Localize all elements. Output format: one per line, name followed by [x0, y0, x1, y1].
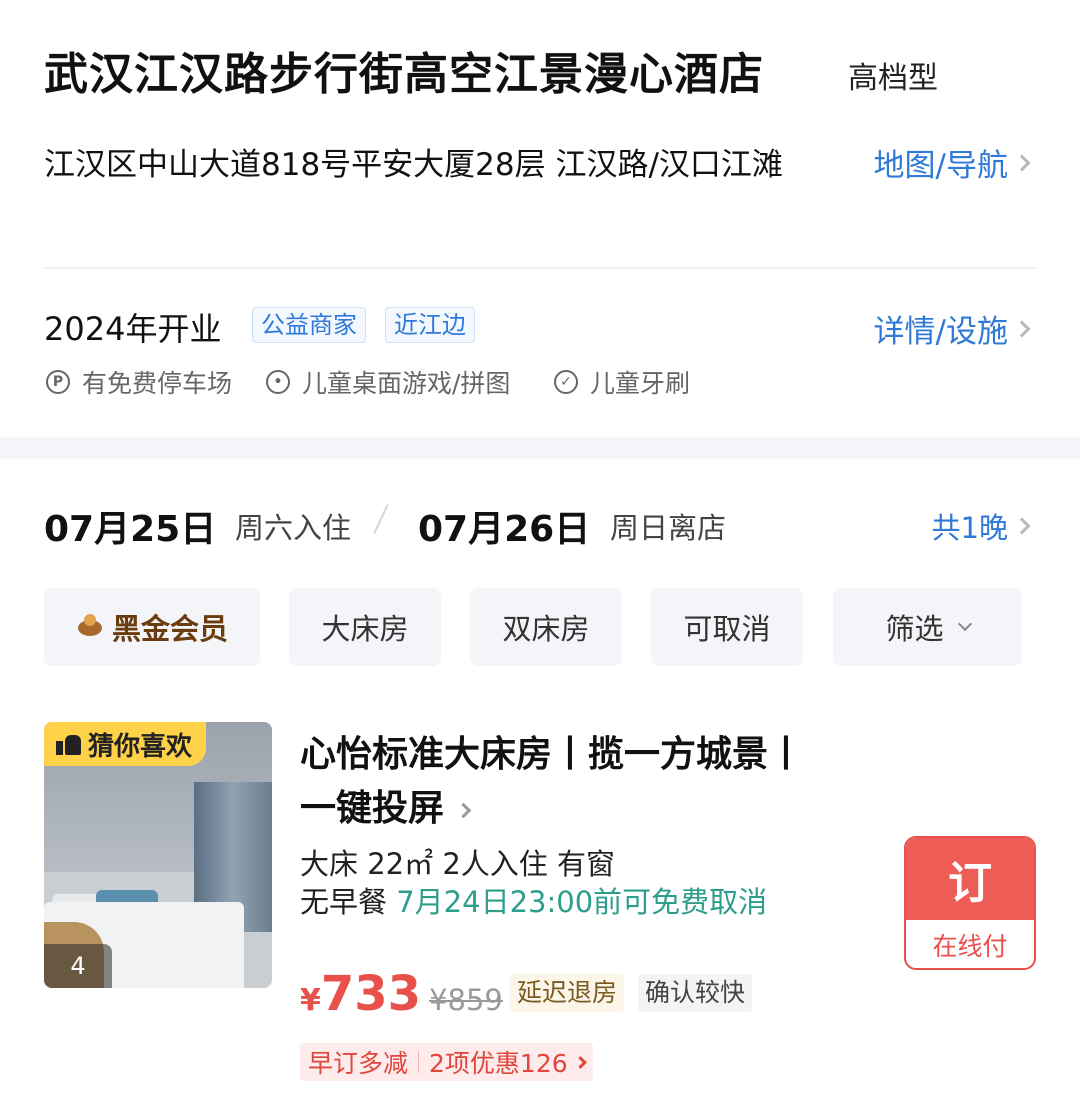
amenity-parking: P 有免费停车场 [46, 364, 232, 400]
promo-early-booking: 早订多减 [308, 1049, 409, 1078]
section-divider-band [0, 437, 1080, 459]
hotel-grade: 高档型 [848, 61, 938, 96]
checkout-date[interactable]: 07月26日 [418, 500, 590, 552]
promo-banner[interactable]: 早订多减 2项优惠126 [300, 1043, 593, 1081]
divider [44, 267, 1036, 269]
filter-label: 双床房 [502, 612, 590, 646]
filter-more-dropdown[interactable]: 筛选 [833, 588, 1022, 666]
map-link-label: 地图/导航 [873, 148, 1008, 184]
date-separator [373, 504, 389, 534]
original-price: ¥859 [429, 983, 503, 1017]
checkin-label: 周六入住 [235, 511, 352, 545]
chevron-right-icon [1013, 320, 1031, 337]
filter-label: 可取消 [683, 612, 771, 646]
hotel-address: 江汉区中山大道818号平安大厦28层 江汉路/汉口江滩 [44, 147, 783, 183]
thumbs-up-icon [56, 733, 82, 755]
breakfast-info: 无早餐 [300, 885, 388, 919]
details-link-label: 详情/设施 [873, 314, 1008, 350]
room-policy: 无早餐 7月24日23:00前可免费取消 [300, 884, 790, 920]
map-navigation-link[interactable]: 地图/导航 [873, 140, 1031, 185]
checkin-date[interactable]: 07月25日 [44, 500, 216, 552]
room-name: 心怡标准大床房丨揽一方城景丨一键投屏 [300, 734, 805, 829]
palette-icon: • [266, 370, 290, 394]
amenity-label: 儿童桌面游戏/拼图 [302, 369, 511, 398]
details-facilities-link[interactable]: 详情/设施 [873, 306, 1031, 351]
amenity-label: 有免费停车场 [82, 369, 233, 398]
chevron-right-icon [1013, 517, 1031, 535]
nights-link[interactable]: 共1晚 [931, 505, 1031, 547]
currency-symbol: ¥ [300, 983, 321, 1018]
book-label: 订 [906, 838, 1034, 920]
filter-label: 筛选 [885, 612, 944, 646]
tag-fast-confirm: 确认较快 [638, 974, 753, 1012]
book-button[interactable]: 订 在线付 [904, 836, 1036, 970]
check-circle-icon: ✓ [554, 370, 578, 394]
filter-label: 黑金会员 [111, 612, 228, 646]
cancel-policy: 7月24日23:00前可免费取消 [396, 885, 768, 919]
photo-count: 4 [44, 944, 112, 988]
pay-online-label: 在线付 [932, 932, 1008, 961]
chevron-right-icon [455, 802, 472, 818]
amenity-label: 儿童牙刷 [590, 369, 691, 398]
parking-icon: P [46, 370, 70, 394]
price-row: ¥ 733 ¥859 [300, 966, 513, 1022]
amenity-kids-games: • 儿童桌面游戏/拼图 [266, 364, 510, 400]
promo-separator [418, 1051, 420, 1073]
recommended-badge: 猜你喜欢 [44, 722, 207, 766]
room-photo[interactable]: 猜你喜欢 4 [44, 722, 272, 988]
tag-late-checkout: 延迟退房 [510, 974, 625, 1012]
filter-cancellable[interactable]: 可取消 [651, 588, 803, 666]
tag-charity-merchant: 公益商家 [252, 307, 366, 343]
tag-near-river: 近江边 [385, 307, 475, 343]
chevron-right-icon [573, 1055, 587, 1069]
opening-year: 2024年开业 [44, 310, 222, 348]
filter-twin-bed[interactable]: 双床房 [470, 588, 622, 666]
nights-label: 共1晚 [931, 511, 1008, 545]
promo-discount: 2项优惠126 [429, 1049, 568, 1078]
chevron-down-icon [957, 616, 972, 632]
filter-label: 大床房 [321, 612, 409, 646]
room-info: 大床 22㎡ 2人入住 有窗 [300, 847, 616, 881]
chevron-right-icon [1013, 154, 1031, 171]
member-crown-icon [76, 614, 106, 640]
filter-king-bed[interactable]: 大床房 [289, 588, 441, 666]
filter-black-gold-member[interactable]: 黑金会员 [44, 588, 260, 666]
badge-label: 猜你喜欢 [88, 731, 193, 762]
hotel-name: 武汉江汉路步行街高空江景漫心酒店 [44, 49, 764, 100]
current-price: 733 [320, 966, 422, 1022]
room-name-link[interactable]: 心怡标准大床房丨揽一方城景丨一键投屏 [300, 728, 810, 836]
amenity-kids-toothbrush: ✓ 儿童牙刷 [554, 364, 690, 400]
checkout-label: 周日离店 [610, 511, 727, 545]
